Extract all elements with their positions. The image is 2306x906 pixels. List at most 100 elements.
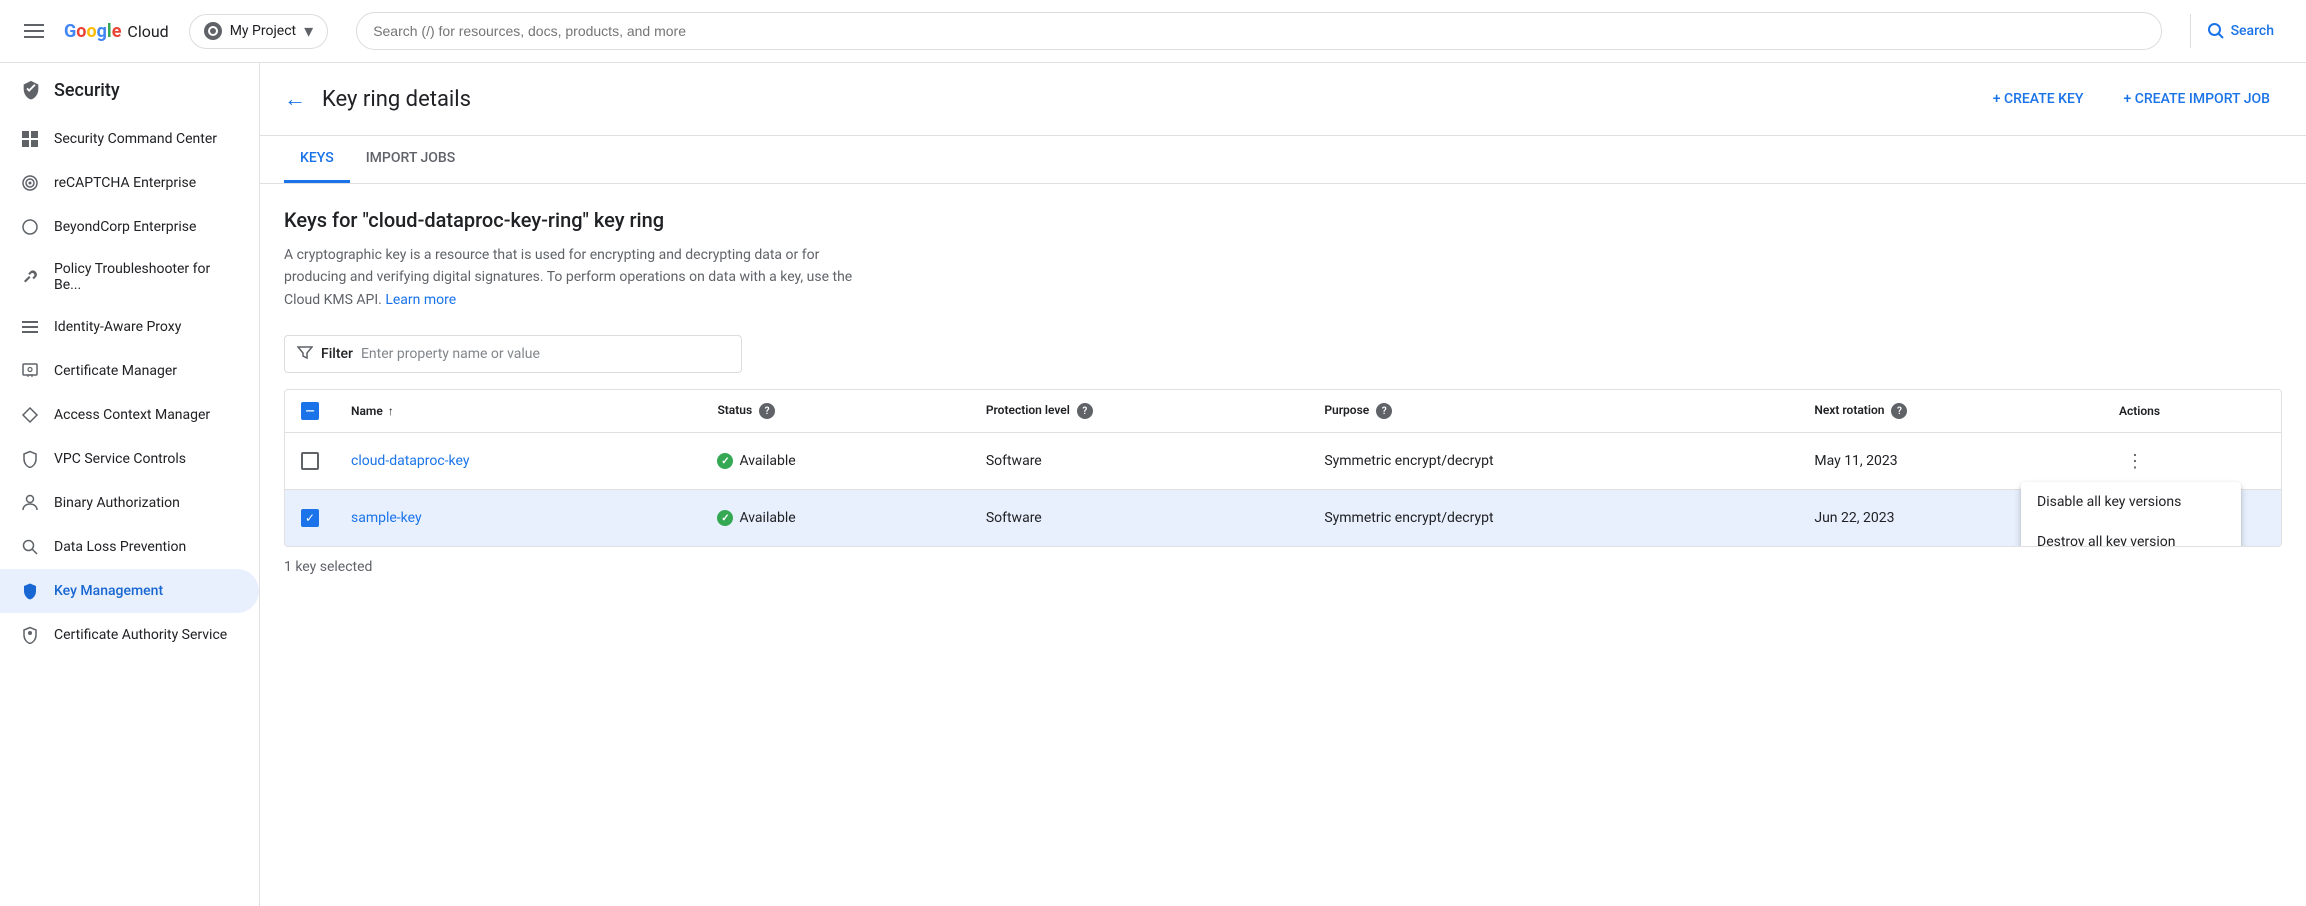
row1-name-cell: cloud-dataproc-key xyxy=(335,433,701,490)
sidebar-label: Key Management xyxy=(54,583,163,599)
sidebar: Security Security Command Center reCAPTC… xyxy=(0,63,260,906)
sidebar-label: BeyondCorp Enterprise xyxy=(54,219,196,235)
row2-key-link[interactable]: sample-key xyxy=(351,510,422,526)
row2-status-dot xyxy=(717,510,733,526)
list-icon xyxy=(20,317,40,337)
keys-table: Name ↑ Status ? Protection level ? xyxy=(284,389,2282,547)
filter-input[interactable] xyxy=(548,346,729,362)
destroy-all-versions-item[interactable]: Destroy all key version material xyxy=(2021,522,2241,547)
content-header: ← Key ring details + CREATE KEY + CREATE… xyxy=(260,63,2306,136)
filter-bar: Filter Enter property name or value xyxy=(284,335,742,373)
row1-checkbox-cell xyxy=(285,433,335,490)
purpose-info-icon[interactable]: ? xyxy=(1376,403,1392,419)
section-description: A cryptographic key is a resource that i… xyxy=(284,244,884,311)
project-selector[interactable]: My Project ▾ xyxy=(189,14,328,49)
project-icon xyxy=(204,22,222,40)
actions-column-header: Actions xyxy=(2103,390,2281,433)
sidebar-item-beyondcorp[interactable]: BeyondCorp Enterprise xyxy=(0,205,259,249)
table-row: sample-key Available Software Symmetric … xyxy=(285,490,2281,547)
sort-icon: ↑ xyxy=(388,404,394,418)
row1-status-dot xyxy=(717,453,733,469)
grid-icon xyxy=(20,129,40,149)
row1-protection-cell: Software xyxy=(970,433,1309,490)
cert-icon xyxy=(20,361,40,381)
row2-actions-cell: ⋮ Disable all key versions Destroy all k… xyxy=(2103,490,2281,547)
sidebar-item-identity-aware-proxy[interactable]: Identity-Aware Proxy xyxy=(0,305,259,349)
row2-name-cell: sample-key xyxy=(335,490,701,547)
purpose-column-header: Purpose ? xyxy=(1308,390,1798,433)
hamburger-menu[interactable] xyxy=(16,16,52,46)
actions-dropdown-menu: Disable all key versions Destroy all key… xyxy=(2021,482,2241,547)
content-body: Keys for "cloud-dataproc-key-ring" key r… xyxy=(260,184,2306,599)
tab-keys[interactable]: KEYS xyxy=(284,136,350,183)
sidebar-label: Certificate Authority Service xyxy=(54,627,227,643)
row2-checkbox[interactable] xyxy=(301,509,319,527)
shield-key-icon xyxy=(20,581,40,601)
sidebar-item-certificate-authority[interactable]: Certificate Authority Service xyxy=(0,613,259,657)
tabs-bar: KEYS IMPORT JOBS xyxy=(260,136,2306,184)
create-key-button[interactable]: + CREATE KEY xyxy=(1981,83,2096,115)
sidebar-item-binary-authorization[interactable]: Binary Authorization xyxy=(0,481,259,525)
sidebar-item-recaptcha-enterprise[interactable]: reCAPTCHA Enterprise xyxy=(0,161,259,205)
select-all-checkbox[interactable] xyxy=(301,402,319,420)
disable-all-versions-item[interactable]: Disable all key versions xyxy=(2021,482,2241,522)
google-cloud-logo: Google Cloud xyxy=(64,21,169,42)
create-import-job-button[interactable]: + CREATE IMPORT JOB xyxy=(2111,83,2282,115)
diamond-icon xyxy=(20,405,40,425)
status-column-header: Status ? xyxy=(701,390,969,433)
sidebar-label: Binary Authorization xyxy=(54,495,180,511)
shield-sm-icon xyxy=(20,449,40,469)
sidebar-item-security-command-center[interactable]: Security Command Center xyxy=(0,117,259,161)
sidebar-label: VPC Service Controls xyxy=(54,451,186,467)
sidebar-item-access-context-manager[interactable]: Access Context Manager xyxy=(0,393,259,437)
sidebar-header-label: Security xyxy=(54,80,120,101)
search-input[interactable] xyxy=(356,12,2161,50)
row1-status-badge: Available xyxy=(717,453,953,469)
search-bar xyxy=(356,12,2161,50)
row1-actions-cell: ⋮ xyxy=(2103,433,2281,490)
cert2-icon xyxy=(20,625,40,645)
back-button[interactable]: ← xyxy=(284,86,306,112)
sidebar-item-certificate-manager[interactable]: Certificate Manager xyxy=(0,349,259,393)
select-all-header xyxy=(285,390,335,433)
tab-import-jobs[interactable]: IMPORT JOBS xyxy=(350,136,472,183)
protection-level-info-icon[interactable]: ? xyxy=(1077,403,1093,419)
row1-checkbox[interactable] xyxy=(301,452,319,470)
sidebar-header: Security xyxy=(0,63,259,117)
chevron-down-icon: ▾ xyxy=(304,21,313,42)
sidebar-item-vpc-service-controls[interactable]: VPC Service Controls xyxy=(0,437,259,481)
row1-status-cell: Available xyxy=(701,433,969,490)
sidebar-label: Certificate Manager xyxy=(54,363,177,379)
filter-placeholder: Enter property name or value xyxy=(361,346,540,362)
row1-key-link[interactable]: cloud-dataproc-key xyxy=(351,453,469,469)
row1-actions-button[interactable]: ⋮ xyxy=(2119,445,2151,477)
sidebar-label: Access Context Manager xyxy=(54,407,210,423)
status-info-icon[interactable]: ? xyxy=(759,403,775,419)
row2-protection-cell: Software xyxy=(970,490,1309,547)
wrench-icon xyxy=(20,267,40,287)
topbar: Google Cloud My Project ▾ Search xyxy=(0,0,2306,63)
sidebar-item-policy-troubleshooter[interactable]: Policy Troubleshooter for Be... xyxy=(0,249,259,305)
sidebar-label: Identity-Aware Proxy xyxy=(54,319,181,335)
person-icon xyxy=(20,493,40,513)
row1-purpose-cell: Symmetric encrypt/decrypt xyxy=(1308,433,1798,490)
main-layout: Security Security Command Center reCAPTC… xyxy=(0,63,2306,906)
sidebar-label: Security Command Center xyxy=(54,131,217,147)
sidebar-label: Data Loss Prevention xyxy=(54,539,186,555)
target-icon xyxy=(20,173,40,193)
page-title: Key ring details xyxy=(322,87,1965,112)
filter-icon xyxy=(297,344,313,364)
project-name: My Project xyxy=(230,23,296,39)
sidebar-label: reCAPTCHA Enterprise xyxy=(54,175,196,191)
protection-level-column-header: Protection level ? xyxy=(970,390,1309,433)
next-rotation-info-icon[interactable]: ? xyxy=(1891,403,1907,419)
row2-checkbox-cell xyxy=(285,490,335,547)
learn-more-link[interactable]: Learn more xyxy=(385,292,456,308)
search-button[interactable]: Search xyxy=(2190,14,2290,48)
security-shield-icon xyxy=(20,79,42,101)
filter-label: Filter xyxy=(321,346,353,362)
sidebar-item-data-loss-prevention[interactable]: Data Loss Prevention xyxy=(0,525,259,569)
sidebar-item-key-management[interactable]: Key Management xyxy=(0,569,259,613)
row2-status-cell: Available xyxy=(701,490,969,547)
section-title: Keys for "cloud-dataproc-key-ring" key r… xyxy=(284,208,2282,232)
